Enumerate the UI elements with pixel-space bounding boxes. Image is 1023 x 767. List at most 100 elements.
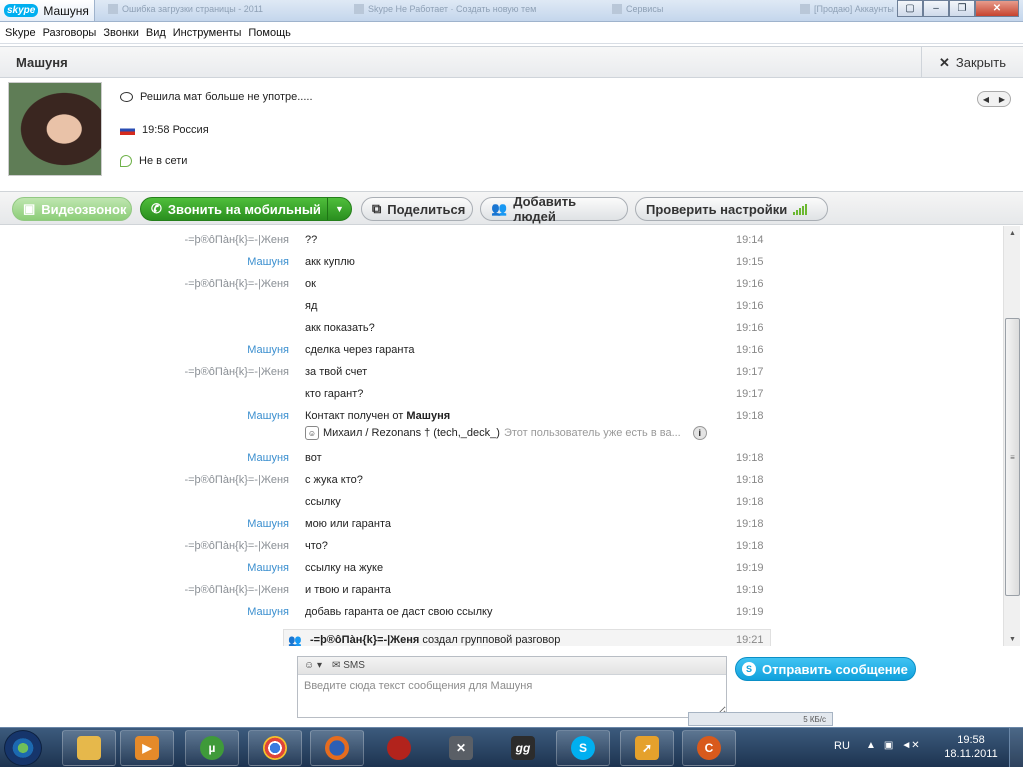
active-window-tab[interactable]: skype Машуня [0, 0, 95, 21]
restore-icon[interactable]: ▢ [897, 0, 923, 17]
add-people-button[interactable]: 👥 Добавить людей [480, 194, 628, 224]
background-tab[interactable]: Сервисы [612, 4, 782, 18]
next-arrow-icon[interactable]: ▶ [994, 92, 1010, 106]
message-sender[interactable]: Машуня [247, 518, 289, 530]
message-scrollbar[interactable]: ▲ ≡ ▼ [1003, 226, 1020, 646]
background-tab[interactable]: [Продаю] Аккаунты Skype - Баннер [800, 4, 900, 18]
message-row: Машуня вот 19:18 [0, 448, 1003, 470]
video-call-button[interactable]: ▣ Видеозвонок [12, 197, 132, 221]
taskbar-gg[interactable]: gg [496, 730, 550, 766]
media-player-icon: ▶ [135, 736, 159, 760]
local-time: 19:58 Россия [142, 124, 209, 136]
taskbar-utorrent[interactable]: µ [185, 730, 239, 766]
close-icon: ✕ [939, 54, 950, 70]
send-message-label: Отправить сообщение [762, 661, 908, 677]
scroll-up-icon[interactable]: ▲ [1004, 226, 1021, 240]
message-row: Машуня ссылку на жуке 19:19 [0, 558, 1003, 580]
message-row: Машуня мою или гаранта 19:18 [0, 514, 1003, 536]
video-camera-icon: ▣ [23, 201, 36, 216]
clock[interactable]: 19:58 18.11.2011 [936, 733, 1006, 761]
info-icon[interactable]: i [692, 426, 707, 440]
sms-toggle[interactable]: ✉ SMS [332, 660, 365, 671]
message-time: 19:18 [736, 540, 764, 552]
avatar[interactable] [8, 82, 102, 176]
background-tab[interactable]: Ошибка загрузки страницы - 2011 [108, 4, 328, 18]
message-time: 19:21 [736, 634, 764, 646]
taskbar-game-shield[interactable]: ✕ [434, 730, 488, 766]
message-sender[interactable]: Машуня [247, 256, 289, 268]
message-input[interactable] [298, 675, 726, 715]
message-row: Машуня акк куплю 19:15 [0, 252, 1003, 274]
message-time: 19:18 [736, 496, 764, 508]
message-history[interactable]: -=þ®ôΠàн{k}=-|Женя?? 19:14 Машуня акк купл… [0, 226, 1003, 646]
taskbar-skype[interactable]: S [556, 730, 610, 766]
language-indicator[interactable]: RU [834, 740, 850, 752]
message-row: -=þ®ôΠàн{k}=-|Женя с жука кто? 19:18 [0, 470, 1003, 492]
contact-received-from[interactable]: Машуня [406, 410, 450, 422]
message-time: 19:18 [736, 452, 764, 464]
group-creator[interactable]: -=þ®ôΠàн{k}=-|Женя [310, 634, 419, 646]
message-text: мою или гаранта [305, 518, 391, 530]
volume-muted-icon[interactable]: ◄✕ [901, 740, 919, 751]
start-button[interactable] [4, 730, 42, 766]
message-sender[interactable]: Машуня [247, 606, 289, 618]
chevron-up-icon[interactable]: ▲ [866, 740, 876, 751]
menu-skype[interactable]: Skype [5, 27, 36, 39]
contact-card[interactable]: ☺ Михаил / Rezonans † (tech,_deck_) Этот… [305, 426, 707, 440]
call-mobile-button[interactable]: ✆ Звонить на мобильный ▼ [140, 197, 352, 221]
show-desktop-button[interactable] [1009, 728, 1023, 767]
message-sender[interactable]: -=þ®ôΠàн{k}=-|Женя [184, 278, 289, 290]
scroll-down-icon[interactable]: ▼ [1004, 632, 1021, 646]
group-notice-label: создал групповой разговор [422, 634, 561, 646]
message-sender[interactable]: -=þ®ôΠàн{k}=-|Женя [184, 366, 289, 378]
russia-flag-icon [120, 125, 135, 135]
title-bar: skype Машуня Ошибка загрузки страницы - … [0, 0, 1023, 22]
add-people-label: Добавить людей [513, 194, 577, 224]
message-sender[interactable]: Машуня [247, 410, 289, 422]
chevron-down-icon[interactable]: ▼ [327, 198, 351, 220]
prev-arrow-icon[interactable]: ◀ [978, 92, 994, 106]
menu-help[interactable]: Помощь [248, 27, 291, 39]
taskbar-firefox[interactable] [310, 730, 364, 766]
maximize-button[interactable]: ❐ [949, 0, 975, 17]
contact-card-name[interactable]: Михаил / Rezonans † (tech,_deck_) [323, 427, 500, 439]
menu-view[interactable]: Вид [146, 27, 166, 39]
message-sender[interactable]: -=þ®ôΠàн{k}=-|Женя [184, 540, 289, 552]
screen-share-icon: ⧉ [372, 201, 382, 216]
menu-calls[interactable]: Звонки [103, 27, 139, 39]
close-chat-button[interactable]: ✕ Закрыть [921, 47, 1023, 78]
message-text: и твою и гаранта [305, 584, 391, 596]
message-sender[interactable]: Машуня [247, 452, 289, 464]
background-tab[interactable]: Skype Не Работает · Создать новую тем [354, 4, 584, 18]
clock-date: 18.11.2011 [944, 748, 998, 760]
transfer-status: 5 КБ/с [688, 712, 833, 726]
taskbar-arrow-app[interactable]: ➚ [620, 730, 674, 766]
taskbar-explorer[interactable] [62, 730, 116, 766]
taskbar-converter[interactable]: C [682, 730, 736, 766]
scroll-thumb[interactable]: ≡ [1005, 318, 1020, 596]
taskbar-chrome[interactable] [248, 730, 302, 766]
message-sender[interactable]: -=þ®ôΠàн{k}=-|Женя [184, 584, 289, 596]
message-sender[interactable]: Машуня [247, 562, 289, 574]
close-window-button[interactable]: ✕ [975, 0, 1019, 17]
message-sender[interactable]: -=þ®ôΠàн{k}=-|Женя [184, 234, 289, 246]
taskbar-media-player[interactable]: ▶ [120, 730, 174, 766]
check-settings-button[interactable]: Проверить настройки [635, 197, 828, 221]
message-row: -=þ®ôΠàн{k}=-|Женя ок 19:16 [0, 274, 1003, 296]
sms-icon: ✉ [332, 660, 341, 671]
network-icon[interactable]: ▣ [884, 740, 893, 751]
call-mobile-label: Звонить на мобильный [167, 201, 321, 217]
message-text: с жука кто? [305, 474, 363, 486]
send-message-button[interactable]: S Отправить сообщение [735, 657, 916, 681]
taskbar-game-red[interactable] [372, 730, 426, 766]
menu-tools[interactable]: Инструменты [173, 27, 242, 39]
game-red-icon [387, 736, 411, 760]
message-sender[interactable]: -=þ®ôΠàн{k}=-|Женя [184, 474, 289, 486]
message-sender[interactable]: Машуня [247, 344, 289, 356]
share-button[interactable]: ⧉ Поделиться [361, 197, 473, 221]
emoticon-icon[interactable]: ☺ ▾ [304, 660, 322, 671]
group-icon: 👥 [288, 634, 302, 647]
profile-pager: ◀ ▶ [977, 91, 1011, 107]
minimize-button[interactable]: – [923, 0, 949, 17]
menu-conversations[interactable]: Разговоры [43, 27, 97, 39]
